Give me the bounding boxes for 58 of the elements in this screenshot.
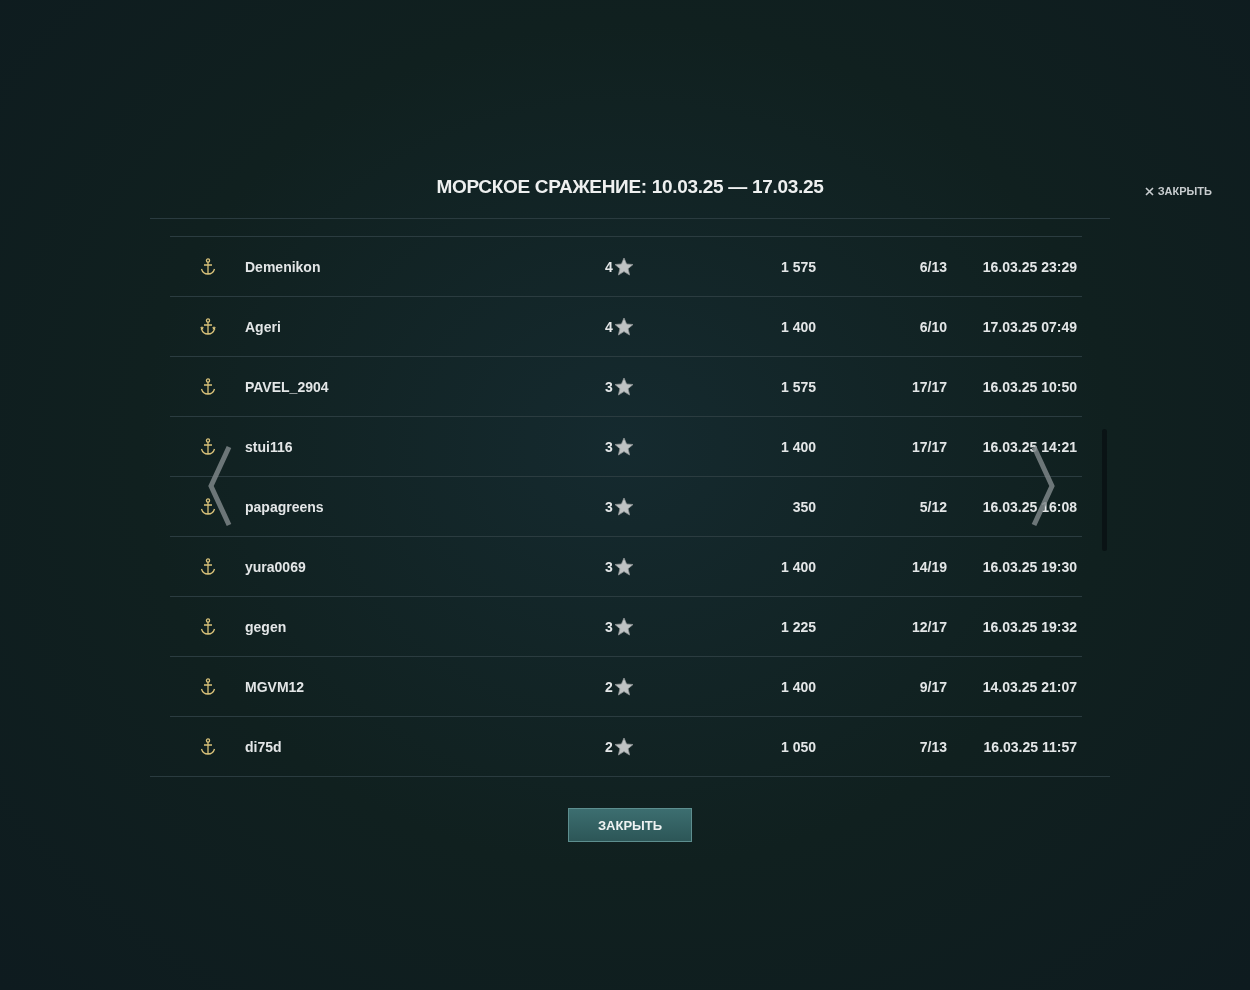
player-name: Demenikon — [245, 258, 322, 275]
battles-value: 14/19 — [910, 558, 947, 575]
rating-value: 4 — [605, 258, 613, 275]
player-name: di75d — [245, 738, 283, 755]
player-name: Ageri — [245, 318, 282, 335]
battles-value: 7/13 — [918, 738, 947, 755]
date-value: 16.03.25 19:32 — [981, 618, 1077, 635]
rating-value: 3 — [605, 498, 613, 515]
player-name: stui116 — [245, 438, 294, 455]
player-name: PAVEL_2904 — [245, 378, 330, 395]
player-name: gegen — [245, 618, 288, 635]
star-icon — [613, 316, 634, 337]
star-icon — [613, 676, 634, 697]
date-value: 14.03.25 21:07 — [981, 678, 1077, 695]
star-icon — [613, 616, 634, 637]
battles-value: 6/10 — [918, 318, 947, 335]
date-value: 17.03.25 07:49 — [981, 318, 1077, 335]
player-name: MGVM12 — [245, 678, 306, 695]
date-value: 16.03.25 10:50 — [981, 378, 1077, 395]
date-value: 16.03.25 14:21 — [981, 438, 1077, 455]
battles-value: 6/13 — [918, 258, 947, 275]
points-value: 1 400 — [779, 558, 816, 575]
player-name: yura0069 — [245, 558, 307, 575]
rating-value: 3 — [605, 438, 613, 455]
points-value: 1 400 — [779, 318, 816, 335]
close-link[interactable]: ЗАКРЫТЬ — [1144, 185, 1212, 197]
points-value: 1 050 — [779, 738, 816, 755]
battles-value: 9/17 — [918, 678, 947, 695]
rating-value: 3 — [605, 378, 613, 395]
rating-value: 3 — [605, 618, 613, 635]
points-value: 1 575 — [779, 258, 816, 275]
points-value: 1 400 — [779, 438, 816, 455]
star-icon — [613, 556, 634, 577]
date-value: 16.03.25 23:29 — [981, 258, 1077, 275]
player-name: papagreens — [245, 498, 325, 515]
rating-value: 2 — [605, 678, 613, 695]
dialog-title: МОРСКОЕ СРАЖЕНИЕ: 10.03.25 — 17.03.25 — [436, 176, 824, 198]
battles-value: 5/12 — [918, 498, 947, 515]
date-value: 16.03.25 16:08 — [981, 498, 1077, 515]
date-value: 16.03.25 11:57 — [982, 738, 1077, 755]
star-icon — [613, 376, 634, 397]
star-icon — [613, 256, 634, 277]
points-value: 1 400 — [779, 678, 816, 695]
star-icon — [613, 736, 634, 757]
battles-value: 17/17 — [910, 438, 947, 455]
points-value: 1 225 — [779, 618, 816, 635]
battles-value: 17/17 — [910, 378, 947, 395]
rating-value: 4 — [605, 318, 613, 335]
close-icon — [1144, 186, 1154, 196]
close-button[interactable]: ЗАКРЫТЬ — [568, 808, 692, 842]
date-value: 16.03.25 19:30 — [981, 558, 1077, 575]
battles-value: 12/17 — [910, 618, 947, 635]
star-icon — [613, 496, 634, 517]
rating-value: 2 — [605, 738, 613, 755]
points-value: 1 575 — [779, 378, 816, 395]
points-value: 350 — [791, 498, 816, 515]
rating-value: 3 — [605, 558, 613, 575]
star-icon — [613, 436, 634, 457]
